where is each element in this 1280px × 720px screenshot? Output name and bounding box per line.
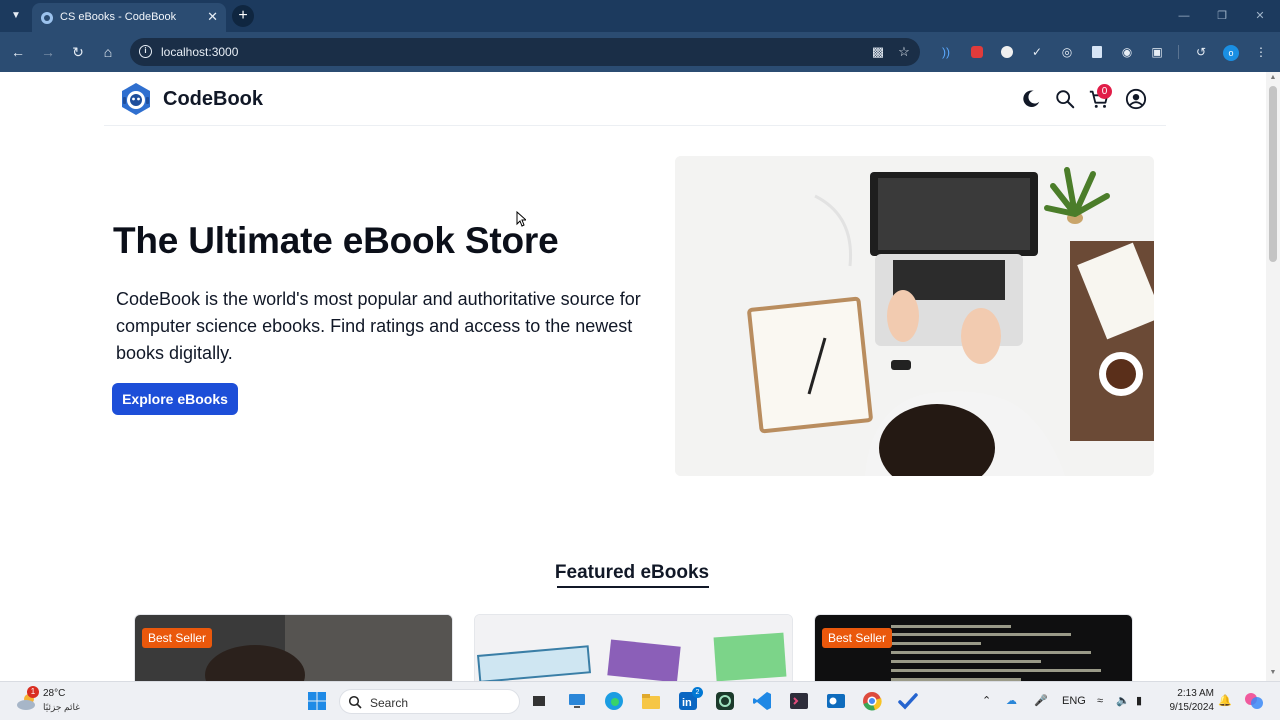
extension-camera-icon[interactable]: ◉ [1118, 43, 1136, 61]
profile-avatar-icon[interactable]: o [1222, 43, 1240, 61]
weather-temperature[interactable]: 28°C [43, 688, 65, 699]
home-icon[interactable]: ⌂ [98, 42, 118, 62]
tab-title: CS eBooks - CodeBook [60, 11, 177, 23]
taskbar-search-icon [348, 695, 362, 709]
reload-icon[interactable]: ↻ [68, 42, 88, 62]
tab-close-icon[interactable]: ✕ [207, 9, 218, 25]
weather-alert-badge: 1 [27, 686, 39, 698]
show-hidden-icons-chevron-icon[interactable]: ⌃ [982, 694, 991, 708]
browser-tab-bar: ▼ CS eBooks - CodeBook ✕ + — ❐ ✕ [0, 0, 1280, 32]
edge-browser-icon[interactable] [603, 690, 625, 712]
browser-tab-active[interactable]: CS eBooks - CodeBook ✕ [32, 3, 226, 32]
system-clock[interactable]: 2:13 AM 9/15/2024 [1162, 687, 1215, 715]
user-account-icon[interactable] [1125, 88, 1147, 110]
forward-arrow-icon[interactable]: → [38, 42, 58, 62]
notifications-bell-icon[interactable]: 🔔 [1218, 694, 1232, 708]
clock-date: 9/15/2024 [1169, 702, 1215, 713]
site-header: CodeBook [104, 72, 1166, 126]
outlook-icon[interactable] [825, 690, 847, 712]
codebook-logo-icon[interactable] [118, 81, 154, 117]
toolbar-separator [1178, 45, 1179, 59]
linkedin-notification-badge: 2 [692, 687, 703, 698]
sync-icon[interactable]: ↺ [1192, 43, 1210, 61]
codebook-favicon-icon [41, 12, 53, 24]
windows-start-icon[interactable] [306, 690, 328, 712]
extension-target-icon[interactable]: ◎ [1058, 43, 1076, 61]
clock-time: 2:13 AM [1177, 688, 1214, 699]
window-close-icon[interactable]: ✕ [1252, 8, 1268, 24]
microphone-icon[interactable]: 🎤 [1034, 694, 1048, 708]
volume-icon[interactable]: 🔈 [1116, 694, 1130, 708]
ebook-card[interactable]: Best Seller [814, 614, 1133, 684]
dark-mode-moon-icon[interactable] [1020, 88, 1042, 110]
todo-check-icon[interactable] [897, 690, 919, 712]
extension-wave-icon[interactable]: )) [937, 43, 955, 61]
ebook-card-image [135, 615, 452, 683]
cart-count-badge: 0 [1097, 84, 1112, 99]
file-explorer-icon[interactable] [640, 690, 662, 712]
best-seller-badge: Best Seller [822, 628, 893, 648]
weather-description: غائم جزئيًا [43, 702, 80, 712]
ebook-card[interactable]: Best Seller [134, 614, 453, 684]
scrollbar-thumb[interactable] [1269, 86, 1277, 262]
extensions-puzzle-icon[interactable]: ▣ [1148, 43, 1166, 61]
tray-cloud-icon[interactable]: ☁ [1006, 694, 1017, 708]
mouse-cursor-icon [516, 211, 526, 227]
new-tab-button[interactable]: + [232, 5, 254, 27]
taskbar-search-box[interactable]: Search [339, 689, 520, 714]
install-app-icon[interactable]: ▩ [870, 44, 886, 60]
svg-text:in: in [682, 697, 692, 709]
address-url: localhost:3000 [161, 45, 239, 59]
ebook-card[interactable] [474, 614, 793, 684]
address-bar[interactable]: i localhost:3000 ▩ ☆ [130, 38, 920, 66]
desktop-monitor-icon[interactable] [566, 690, 588, 712]
extension-doc-icon[interactable] [1088, 43, 1106, 61]
chatgpt-app-icon[interactable] [714, 690, 736, 712]
scroll-down-arrow-icon[interactable]: ▼ [1269, 669, 1277, 676]
featured-title-underline [557, 586, 709, 588]
terminal-app-icon[interactable] [788, 690, 810, 712]
extension-check-icon[interactable]: ✓ [1028, 43, 1046, 61]
hero-illustration [675, 156, 1154, 476]
hero-image [675, 156, 1154, 476]
browser-menu-icon[interactable]: ⋮ [1252, 43, 1270, 61]
task-view-icon[interactable] [528, 690, 550, 712]
page-scrollbar[interactable]: ▲ ▼ [1266, 72, 1280, 681]
chrome-icon[interactable] [861, 690, 883, 712]
ebook-card-image [815, 615, 1132, 683]
copilot-icon[interactable] [1243, 690, 1265, 712]
input-language[interactable]: ENG [1062, 694, 1086, 708]
back-arrow-icon[interactable]: ← [8, 42, 28, 62]
browser-toolbar: ← → ↻ ⌂ i localhost:3000 ▩ ☆ )) ✓ ◎ ◉ ▣ … [0, 32, 1280, 72]
scroll-up-arrow-icon[interactable]: ▲ [1269, 74, 1277, 81]
best-seller-badge: Best Seller [142, 628, 213, 648]
featured-ebooks-title: Featured eBooks [554, 562, 710, 583]
search-icon[interactable] [1054, 88, 1076, 110]
explore-ebooks-button[interactable]: Explore eBooks [112, 383, 238, 415]
wifi-icon[interactable]: ≈ [1097, 694, 1103, 708]
maximize-icon[interactable]: ❐ [1214, 8, 1230, 24]
site-info-icon[interactable]: i [139, 45, 152, 58]
battery-icon[interactable]: ▮ [1136, 694, 1142, 708]
minimize-icon[interactable]: — [1176, 8, 1192, 24]
windows-taskbar: 1 28°C غائم جزئيًا Search in 2 ⌃ ☁ 🎤 ENG… [0, 681, 1280, 720]
extension-circle-icon[interactable] [998, 43, 1016, 61]
tab-search-chevron-icon[interactable]: ▼ [8, 8, 24, 24]
vscode-icon[interactable] [751, 690, 773, 712]
extension-red-icon[interactable] [968, 43, 986, 61]
taskbar-search-label: Search [370, 696, 409, 710]
ebook-card-image [475, 615, 792, 683]
hero-title: The Ultimate eBook Store [113, 220, 559, 261]
bookmark-star-icon[interactable]: ☆ [896, 44, 912, 60]
hero-description: CodeBook is the world's most popular and… [116, 289, 641, 363]
brand-name[interactable]: CodeBook [163, 88, 263, 111]
